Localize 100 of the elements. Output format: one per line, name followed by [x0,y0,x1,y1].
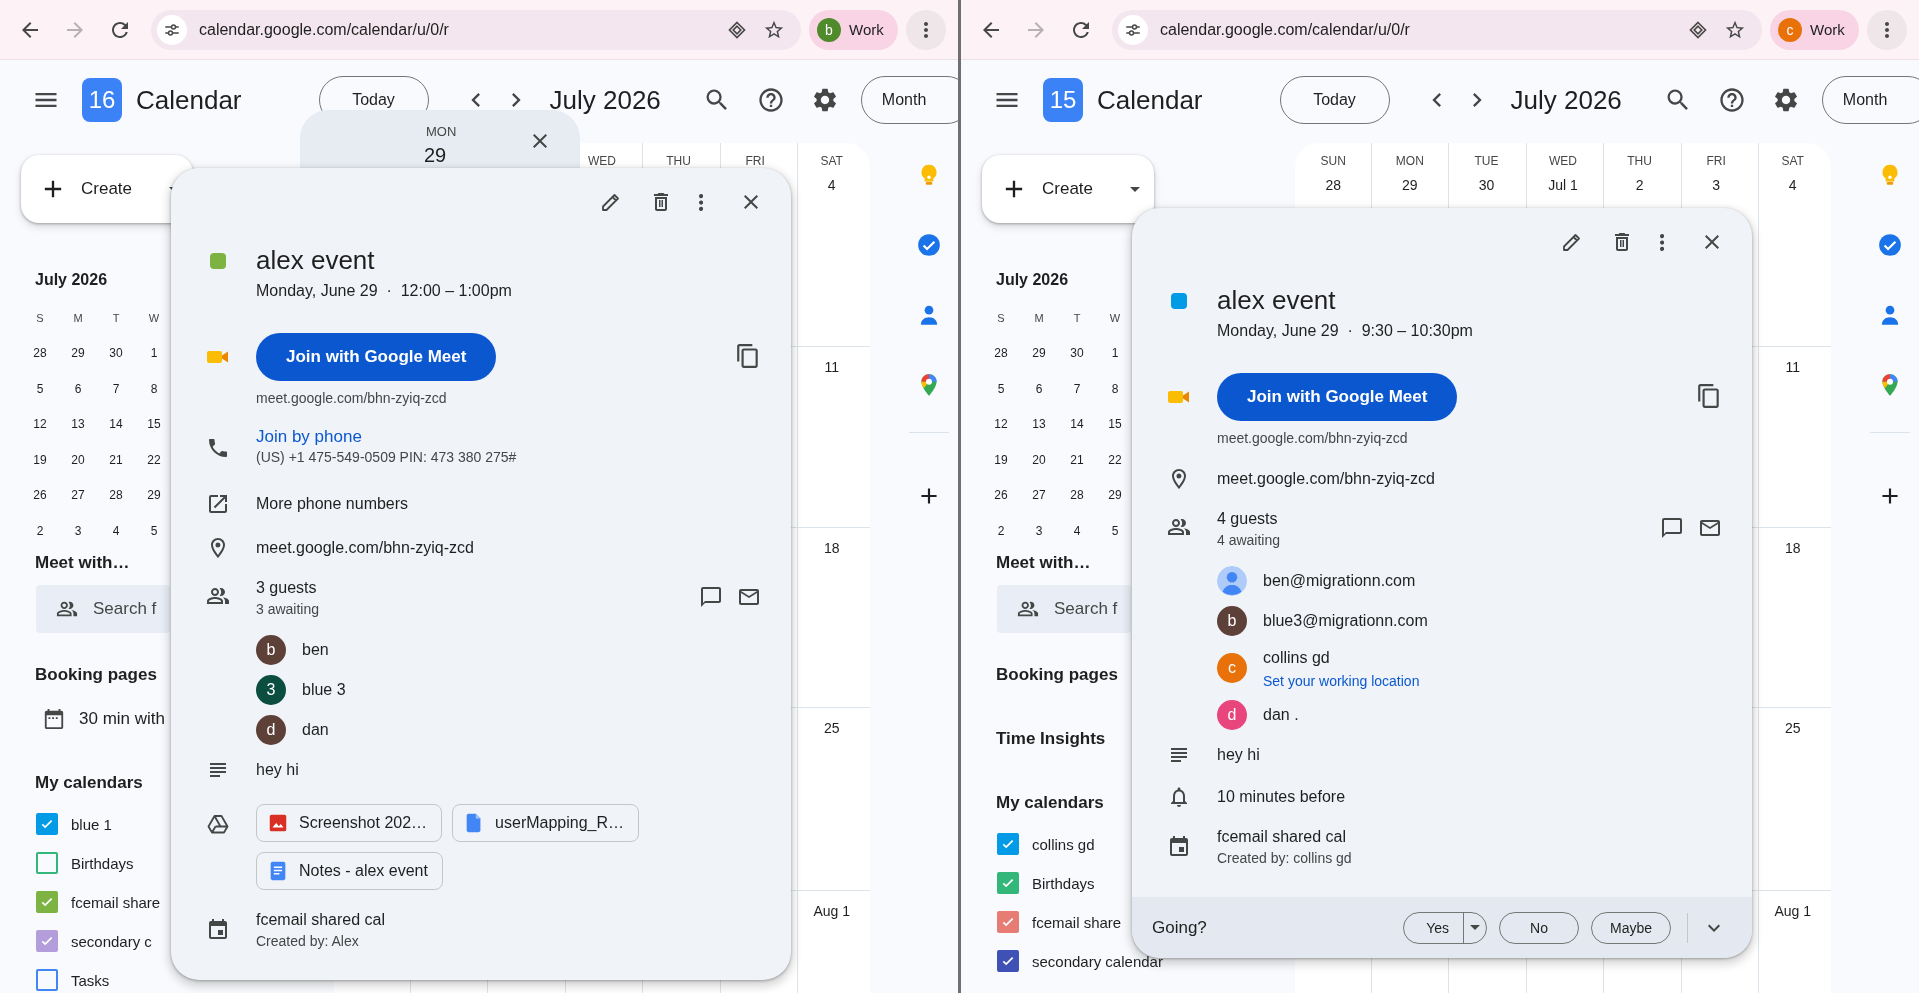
date-cell[interactable]: 28 [21,335,59,371]
date-label[interactable]: 29 [1402,175,1418,195]
date-label[interactable]: 4 [1788,175,1797,195]
date-cell[interactable]: 5 [21,371,59,407]
address-bar[interactable]: calendar.google.com/calendar/u/0/r [1112,9,1762,50]
date-label[interactable]: 25 [823,718,840,738]
date-cell[interactable]: 21 [1058,442,1096,478]
join-meet-button[interactable]: Join with Google Meet [256,333,497,381]
checkbox[interactable] [36,969,58,991]
date-cell[interactable]: 1 [135,335,173,371]
date-cell[interactable]: 26 [21,477,59,513]
help-icon[interactable] [1717,86,1746,114]
date-cell[interactable]: 30 [97,335,135,371]
date-cell[interactable]: 20 [1020,442,1058,478]
date-cell[interactable]: 26 [982,477,1020,513]
date-label[interactable]: 3 [1712,175,1721,195]
checkbox[interactable] [36,930,58,952]
date-label[interactable]: 11 [1785,357,1800,377]
diamond-icon[interactable] [1688,19,1708,40]
date-cell[interactable]: 30 [1058,335,1096,371]
date-cell[interactable]: 8 [135,371,173,407]
booking-page-link[interactable]: 30 min with [79,708,165,729]
diamond-icon[interactable] [727,19,747,40]
date-cell[interactable]: 4 [97,513,135,549]
site-info-button[interactable] [1118,14,1148,45]
date-cell[interactable]: 19 [982,442,1020,478]
site-info-button[interactable] [157,14,187,45]
date-label[interactable]: Aug 1 [1774,901,1811,921]
check-circle-icon[interactable] [916,232,942,258]
checkbox[interactable] [997,833,1019,855]
profile-button[interactable]: c Work [1770,9,1859,50]
attachment-chip[interactable]: Notes - alex event [256,852,443,890]
date-cell[interactable]: 5 [135,513,173,549]
search-field[interactable]: Search f [36,584,170,633]
date-cell[interactable]: 6 [59,371,97,407]
checkbox[interactable] [997,911,1019,933]
date-cell[interactable]: 5 [982,371,1020,407]
date-cell[interactable]: 2 [21,513,59,549]
date-cell[interactable]: 12 [982,406,1020,442]
date-cell[interactable]: 15 [1096,406,1134,442]
date-cell[interactable]: 1 [1096,335,1134,371]
checkbox[interactable] [997,872,1019,894]
date-cell[interactable]: 8 [1096,371,1134,407]
date-cell[interactable]: 13 [59,406,97,442]
copy-icon[interactable] [735,343,761,369]
date-cell[interactable]: 19 [21,442,59,478]
date-cell[interactable]: 28 [982,335,1020,371]
date-cell[interactable]: 28 [97,477,135,513]
check-circle-icon[interactable] [1877,232,1903,258]
more-icon[interactable] [1659,233,1664,251]
date-cell[interactable]: 14 [97,406,135,442]
create-button[interactable]: Create [982,155,1154,223]
date-label[interactable]: 28 [1325,175,1342,195]
copy-icon[interactable] [1696,383,1722,409]
date-cell[interactable]: 12 [21,406,59,442]
date-cell[interactable]: 21 [97,442,135,478]
date-cell[interactable]: 20 [59,442,97,478]
date-label[interactable]: 18 [823,538,840,558]
join-meet-button[interactable]: Join with Google Meet [1217,373,1458,421]
date-cell[interactable]: 27 [1020,477,1058,513]
date-label[interactable]: 11 [824,357,839,377]
date-label[interactable]: 30 [1478,175,1495,195]
date-cell[interactable]: 14 [1058,406,1096,442]
checkbox[interactable] [997,950,1019,972]
date-cell[interactable]: 15 [135,406,173,442]
date-label[interactable]: Aug 1 [813,901,850,921]
date-cell[interactable]: 3 [1020,513,1058,549]
date-label[interactable]: 18 [1784,538,1801,558]
date-cell[interactable]: 28 [1058,477,1096,513]
date-cell[interactable]: 2 [982,513,1020,549]
date-label[interactable]: 2 [1635,175,1644,195]
more-icon[interactable] [698,193,703,211]
more-numbers-link[interactable]: More phone numbers [256,492,409,516]
profile-button[interactable]: b Work [809,9,898,50]
date-cell[interactable]: 29 [59,335,97,371]
date-label[interactable]: Jul 1 [1548,175,1578,195]
checkbox[interactable] [36,891,58,913]
checkbox[interactable] [36,852,58,874]
date-label[interactable]: 25 [1784,718,1801,738]
create-button[interactable]: Create [21,155,193,223]
chat-icon[interactable] [699,585,723,609]
date-cell[interactable]: 7 [1058,371,1096,407]
working-location-link[interactable]: Set your working location [1263,672,1420,690]
attachment-chip[interactable]: Screenshot 202… [256,804,443,842]
date-cell[interactable]: 5 [1096,513,1134,549]
date-cell[interactable]: 3 [59,513,97,549]
attachment-chip[interactable]: userMapping_R… [452,804,640,842]
checkbox[interactable] [36,813,58,835]
date-cell[interactable]: 27 [59,477,97,513]
help-icon[interactable] [756,86,785,114]
date-cell[interactable]: 29 [1096,477,1134,513]
date-cell[interactable]: 29 [135,477,173,513]
date-cell[interactable]: 22 [1096,442,1134,478]
date-cell[interactable]: 29 [1020,335,1058,371]
date-cell[interactable]: 13 [1020,406,1058,442]
date-label[interactable]: 4 [827,175,836,195]
search-field[interactable]: Search f [997,584,1131,633]
join-phone-link[interactable]: Join by phone [256,426,362,448]
date-cell[interactable]: 6 [1020,371,1058,407]
chat-icon[interactable] [1660,516,1684,540]
